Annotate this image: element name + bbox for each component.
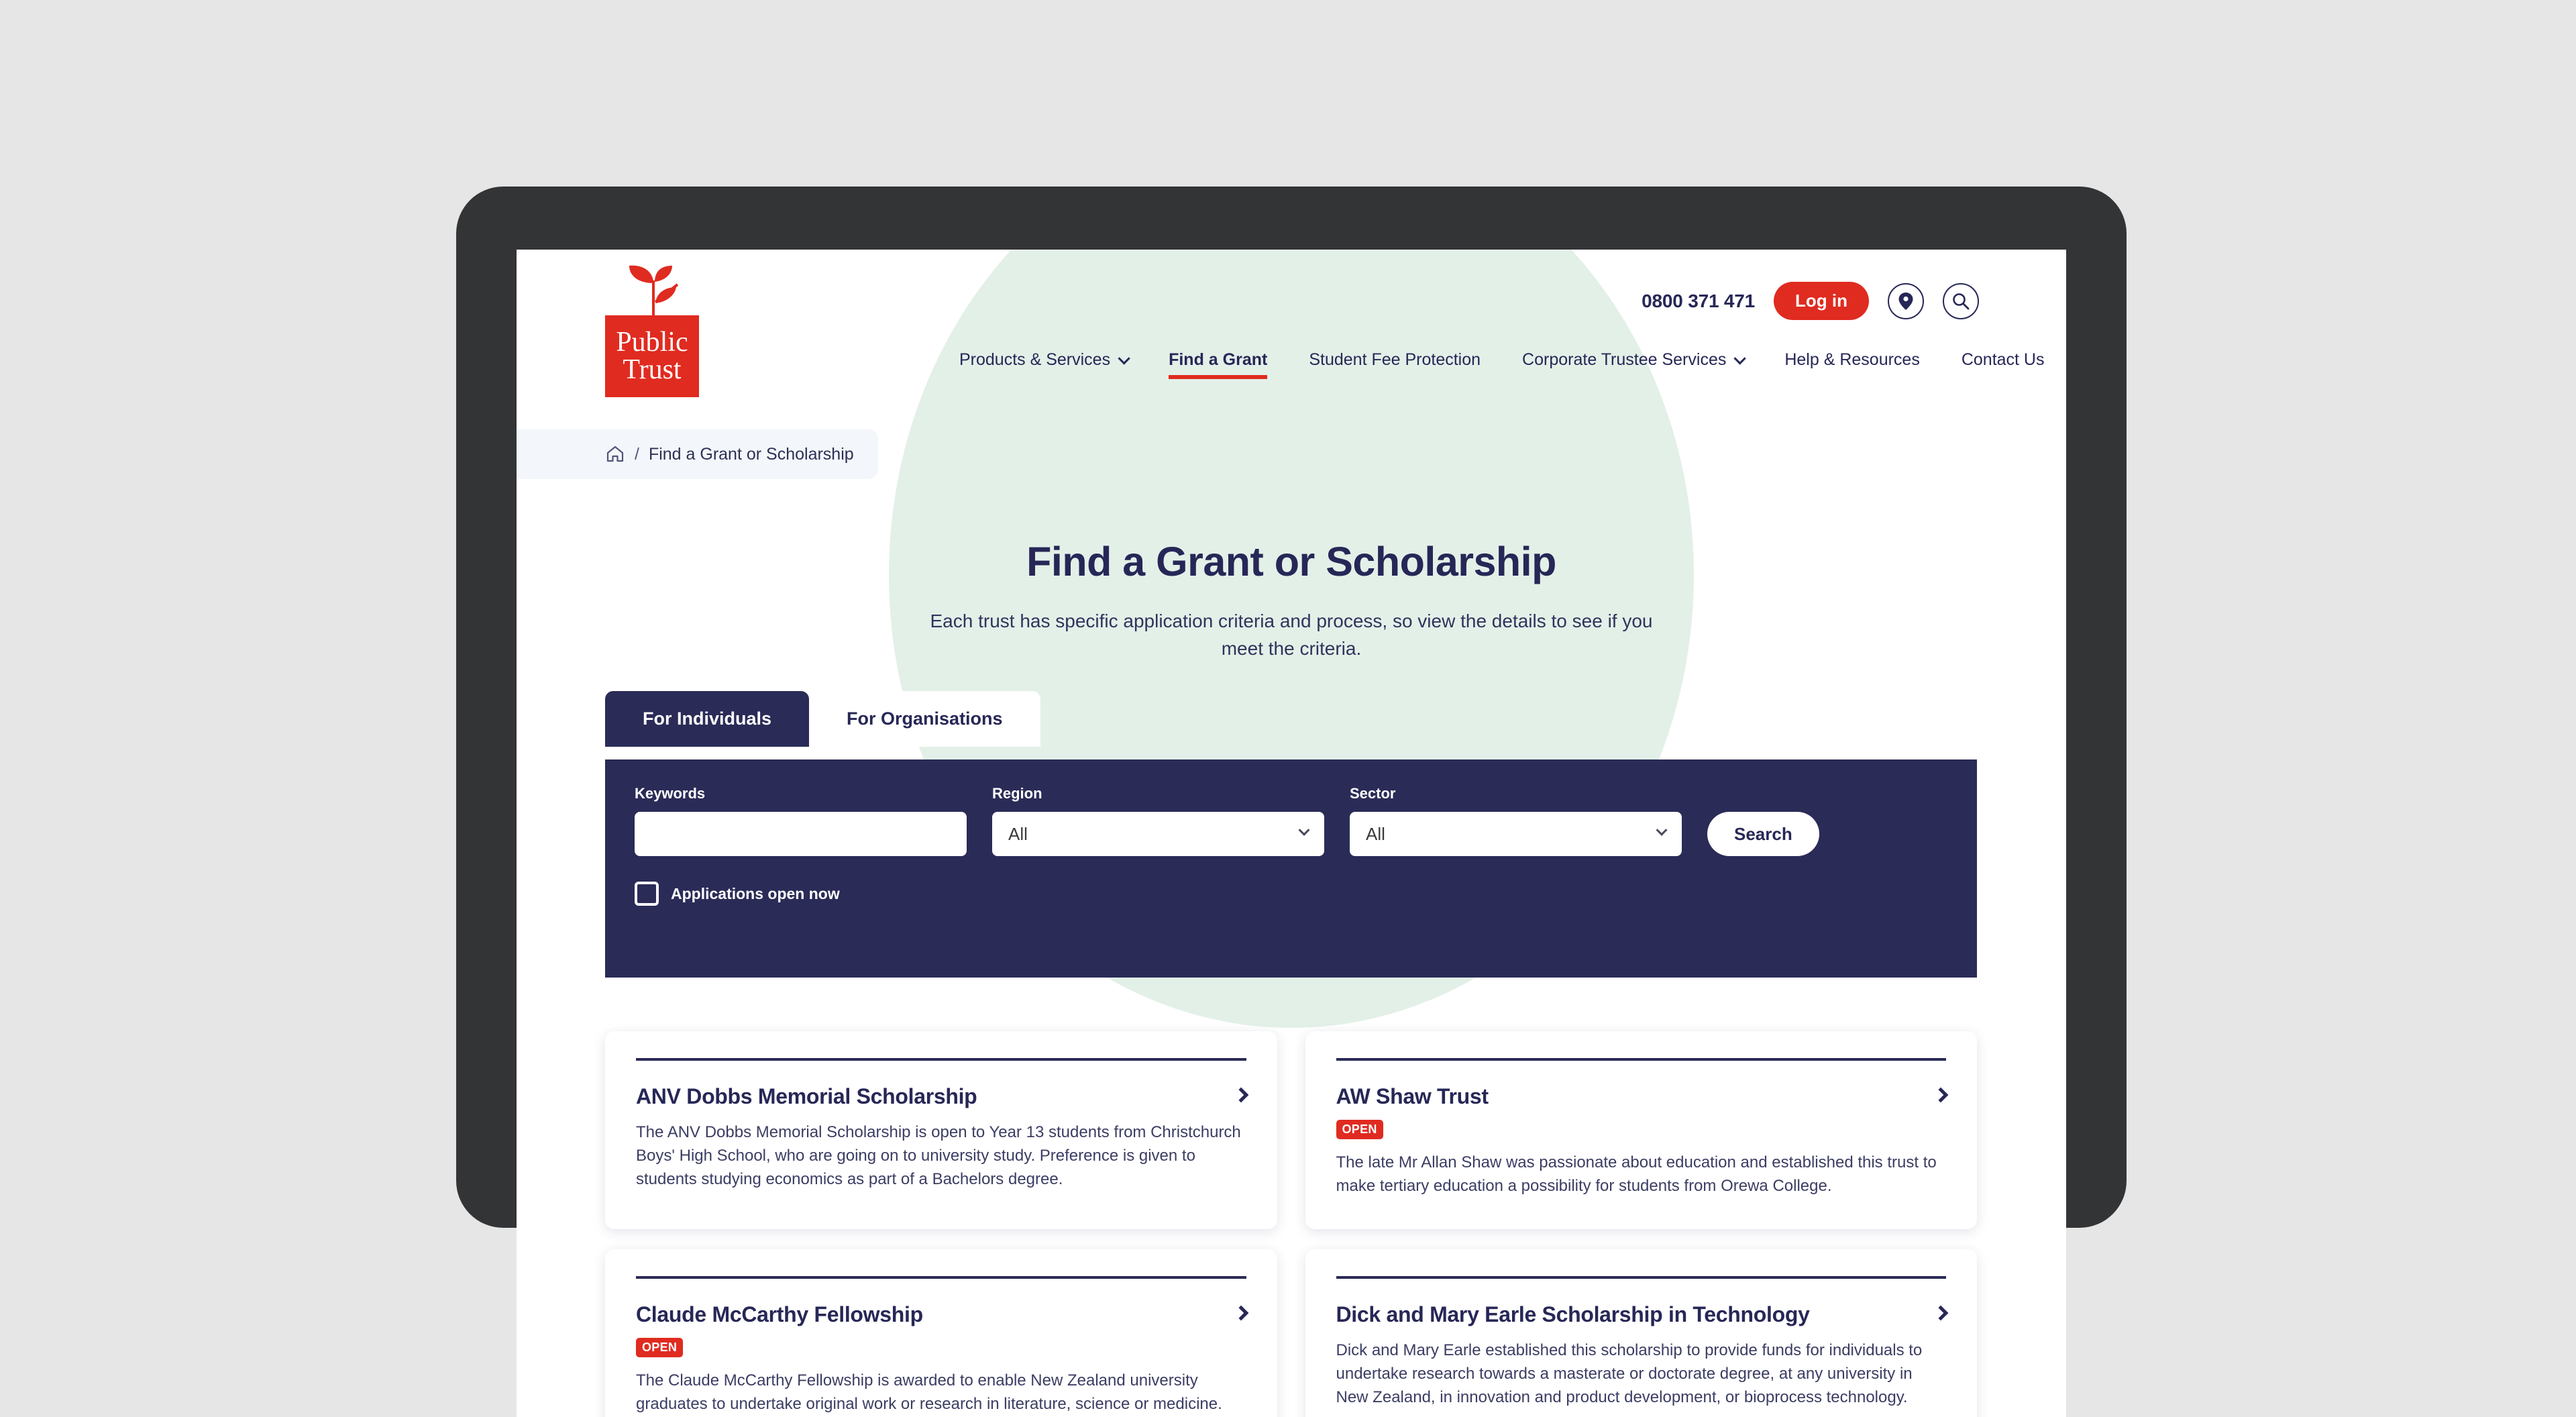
card-title: Claude McCarthy Fellowship: [636, 1302, 923, 1326]
status-badge: OPEN: [1336, 1120, 1383, 1140]
search-input[interactable]: [635, 812, 967, 856]
card-header: ANV Dobbs Memorial Scholarship: [636, 1084, 1248, 1109]
card-header: Dick and Mary Earle Scholarship in Techn…: [1336, 1302, 1949, 1327]
chevron-right-icon[interactable]: [1933, 1087, 1949, 1103]
card-accent-line: [636, 1275, 1246, 1279]
sector-field: Sector All: [1350, 785, 1682, 856]
keywords-field: Keywords: [635, 785, 967, 856]
sector-label: Sector: [1350, 785, 1396, 802]
nav-item-contact-us[interactable]: Contact Us: [1962, 350, 2045, 379]
sector-selected-value: All: [1366, 823, 1385, 844]
chevron-down-icon: [1656, 824, 1668, 836]
search-results-grid: ANV Dobbs Memorial Scholarship The ANV D…: [605, 1031, 1977, 1417]
logo-line-2: Trust: [623, 354, 682, 385]
keywords-label: Keywords: [635, 785, 706, 802]
nav-item-student-fee-protection[interactable]: Student Fee Protection: [1309, 350, 1481, 379]
filters-row: Keywords Region All Sector All Search: [635, 785, 1947, 856]
card-accent-line: [1336, 1058, 1946, 1061]
nav-label: Student Fee Protection: [1309, 350, 1481, 369]
page-title: Find a Grant or Scholarship: [1026, 539, 1556, 584]
chevron-down-icon: [1733, 352, 1747, 365]
logo-line-1: Public: [616, 327, 688, 358]
card-title: Dick and Mary Earle Scholarship in Techn…: [1336, 1302, 1810, 1326]
browser-page: Public Trust 0800 371 471 Log in Product…: [517, 250, 2066, 1417]
result-card[interactable]: ANV Dobbs Memorial Scholarship The ANV D…: [605, 1031, 1277, 1229]
result-card[interactable]: AW Shaw Trust OPEN The late Mr Allan Sha…: [1305, 1031, 1977, 1229]
card-header: AW Shaw Trust: [1336, 1084, 1949, 1109]
chevron-right-icon[interactable]: [1233, 1305, 1248, 1321]
region-field: Region All: [992, 785, 1324, 856]
hero-subtitle: Each trust has specific application crit…: [930, 611, 1653, 659]
sector-select[interactable]: All: [1350, 812, 1682, 856]
nav-label: Products & Services: [959, 350, 1111, 369]
grant-search-panel: Keywords Region All Sector All Search Ap…: [605, 759, 1977, 978]
card-description: The ANV Dobbs Memorial Scholarship is op…: [636, 1123, 1241, 1188]
card-title: ANV Dobbs Memorial Scholarship: [636, 1084, 977, 1108]
chevron-down-icon: [1298, 824, 1310, 836]
home-icon[interactable]: [605, 444, 625, 464]
chevron-right-icon[interactable]: [1233, 1087, 1248, 1103]
tab-for-individuals[interactable]: For Individuals: [605, 691, 810, 747]
location-pin-icon: [1898, 292, 1913, 310]
nav-item-products-services[interactable]: Products & Services: [959, 350, 1130, 379]
breadcrumb-separator: /: [635, 444, 639, 464]
main-navigation: Products & Services Find a Grant Student…: [959, 350, 2066, 379]
breadcrumb-current-page: Find a Grant or Scholarship: [648, 444, 854, 464]
nav-item-corporate-trustee-services[interactable]: Corporate Trustee Services: [1522, 350, 1747, 379]
card-description: The Claude McCarthy Fellowship is awarde…: [636, 1371, 1222, 1414]
phone-number[interactable]: 0800 371 471: [1642, 291, 1755, 312]
card-description: Dick and Mary Earle established this sch…: [1336, 1341, 1923, 1406]
header-utility-row: 0800 371 471 Log in: [1642, 282, 1979, 320]
logo-wordmark: Public Trust: [605, 315, 699, 397]
card-accent-line: [636, 1058, 1246, 1061]
hero-section: Find a Grant or Scholarship Each trust h…: [517, 538, 2066, 662]
location-button[interactable]: [1888, 282, 1924, 319]
sprout-icon: [629, 265, 679, 321]
nav-item-find-a-grant[interactable]: Find a Grant: [1169, 350, 1268, 379]
result-card[interactable]: Claude McCarthy Fellowship OPEN The Clau…: [605, 1249, 1277, 1417]
applications-open-label: Applications open now: [671, 884, 840, 902]
status-badge: OPEN: [636, 1338, 684, 1358]
audience-tabs: For Individuals For Organisations: [605, 691, 1040, 747]
result-card[interactable]: Dick and Mary Earle Scholarship in Techn…: [1305, 1249, 1977, 1417]
search-button-header[interactable]: [1943, 282, 1979, 319]
search-icon: [1953, 293, 1970, 309]
card-header: Claude McCarthy Fellowship: [636, 1302, 1248, 1327]
search-submit-button[interactable]: Search: [1707, 812, 1819, 856]
site-header: Public Trust 0800 371 471 Log in Product…: [517, 250, 2066, 423]
public-trust-logo[interactable]: Public Trust: [605, 263, 699, 397]
region-select[interactable]: All: [992, 812, 1324, 856]
nav-label: Contact Us: [1961, 350, 2045, 369]
nav-item-help-resources[interactable]: Help & Resources: [1784, 350, 1919, 379]
region-selected-value: All: [1008, 823, 1028, 844]
nav-label: Find a Grant: [1169, 350, 1268, 369]
card-description: The late Mr Allan Shaw was passionate ab…: [1336, 1153, 1937, 1196]
login-button[interactable]: Log in: [1774, 282, 1869, 320]
applications-open-row: Applications open now: [635, 882, 1947, 906]
chevron-down-icon: [1118, 352, 1130, 365]
applications-open-checkbox[interactable]: [635, 882, 659, 906]
card-accent-line: [1336, 1275, 1946, 1279]
nav-label: Help & Resources: [1784, 350, 1920, 369]
breadcrumb: / Find a Grant or Scholarship: [517, 429, 878, 479]
nav-label: Corporate Trustee Services: [1522, 350, 1727, 369]
chevron-right-icon[interactable]: [1933, 1305, 1949, 1321]
region-label: Region: [992, 785, 1042, 802]
tab-for-organisations[interactable]: For Organisations: [809, 691, 1040, 747]
card-title: AW Shaw Trust: [1336, 1084, 1489, 1108]
